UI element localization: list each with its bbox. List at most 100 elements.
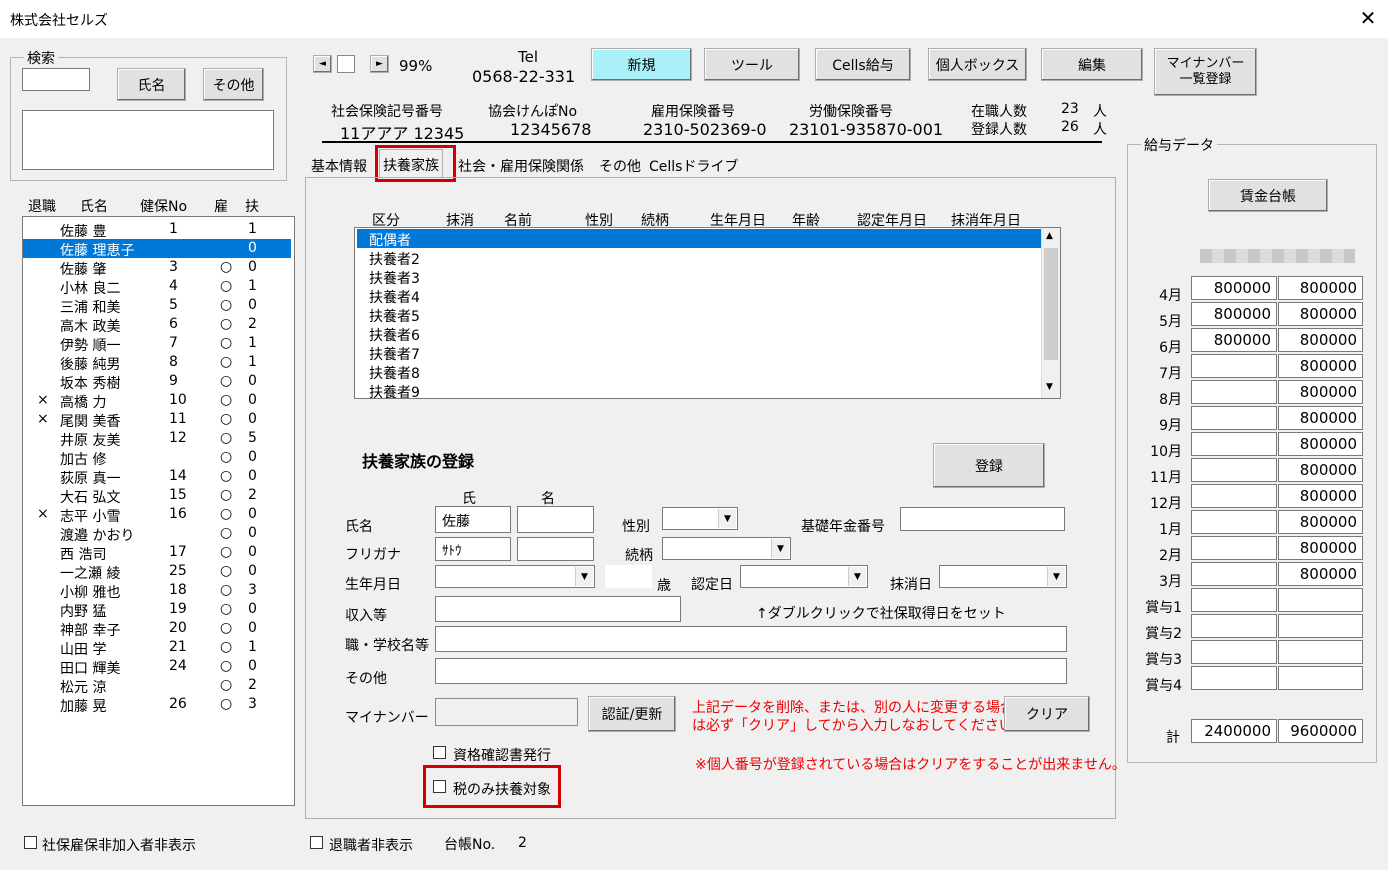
- dependent-row[interactable]: 扶養者8: [357, 362, 1043, 382]
- employee-row[interactable]: 佐藤 肇 3 ○ 0: [23, 258, 291, 278]
- employee-row[interactable]: 佐藤 理恵子 0: [23, 239, 291, 259]
- hide-retired-checkbox[interactable]: [310, 836, 323, 849]
- wage-ledger-button[interactable]: 賃金台帳: [1208, 179, 1328, 212]
- hide-social-checkbox[interactable]: [24, 836, 37, 849]
- tools-button[interactable]: ツール: [704, 48, 800, 81]
- chevron-down-icon[interactable]: ▼: [1047, 567, 1065, 586]
- salary-col2-cell[interactable]: 800000: [1278, 536, 1363, 560]
- search-other-button[interactable]: その他: [203, 68, 264, 101]
- employee-row[interactable]: 大石 弘文 15 ○ 2: [23, 486, 291, 506]
- employee-row[interactable]: × 尾関 美香 11 ○ 0: [23, 410, 291, 430]
- scroll-down-icon[interactable]: ▼: [1046, 382, 1053, 392]
- clear-button[interactable]: クリア: [1004, 696, 1090, 732]
- salary-col1-cell[interactable]: [1191, 666, 1277, 690]
- employee-row[interactable]: 三浦 和美 5 ○ 0: [23, 296, 291, 316]
- employee-row[interactable]: × 高橋 力 10 ○ 0: [23, 391, 291, 411]
- relation-select[interactable]: ▼: [662, 537, 791, 560]
- salary-col1-cell[interactable]: 800000: [1191, 328, 1277, 352]
- chevron-down-icon[interactable]: ▼: [771, 539, 789, 558]
- tab-social[interactable]: 社会・雇用保険関係: [455, 152, 587, 178]
- scroll-right-button[interactable]: ►: [370, 55, 389, 73]
- cells-salary-button[interactable]: Cells給与: [815, 48, 911, 81]
- salary-col1-cell[interactable]: [1191, 588, 1277, 612]
- salary-col2-cell[interactable]: 800000: [1278, 510, 1363, 534]
- other-input[interactable]: [435, 658, 1067, 684]
- new-button[interactable]: 新規: [591, 48, 692, 81]
- personal-box-button[interactable]: 個人ボックス: [928, 48, 1027, 81]
- dependents-list[interactable]: 配偶者 扶養者2 扶養者3 扶養者4 扶養者5 扶養者6 扶養者7 扶養者8 扶養者9 ▲ ▼: [354, 227, 1061, 399]
- dependent-row[interactable]: 扶養者2: [357, 248, 1043, 268]
- massho-select[interactable]: ▼: [939, 565, 1067, 588]
- employee-row[interactable]: 井原 友美 12 ○ 5: [23, 429, 291, 449]
- salary-col2-cell[interactable]: [1278, 614, 1363, 638]
- tab-other[interactable]: その他: [596, 152, 644, 178]
- birth-select[interactable]: ▼: [435, 565, 595, 588]
- salary-col1-cell[interactable]: [1191, 406, 1277, 430]
- dependent-row[interactable]: 扶養者7: [357, 343, 1043, 363]
- salary-col1-cell[interactable]: [1191, 510, 1277, 534]
- chevron-down-icon[interactable]: ▼: [718, 509, 736, 528]
- tab-cells-drive[interactable]: Cellsドライブ: [646, 152, 741, 178]
- search-input[interactable]: [22, 68, 90, 91]
- gender-select[interactable]: ▼: [662, 507, 738, 530]
- job-input[interactable]: [435, 626, 1067, 652]
- dependent-row[interactable]: 扶養者4: [357, 286, 1043, 306]
- employee-row[interactable]: 佐藤 豊 1 1: [23, 220, 291, 240]
- furigana-sei-input[interactable]: ｻﾄｳ: [435, 537, 511, 561]
- salary-col1-cell[interactable]: [1191, 380, 1277, 404]
- salary-col2-cell[interactable]: [1278, 640, 1363, 664]
- scrollbar-thumb[interactable]: [1044, 248, 1058, 360]
- employee-row[interactable]: 山田 学 21 ○ 1: [23, 638, 291, 658]
- salary-col2-cell[interactable]: 800000: [1278, 484, 1363, 508]
- mei-input[interactable]: [517, 506, 594, 533]
- employee-row[interactable]: 高木 政美 6 ○ 2: [23, 315, 291, 335]
- nintei-select[interactable]: ▼: [740, 565, 868, 588]
- dependent-row[interactable]: 扶養者5: [357, 305, 1043, 325]
- employee-row[interactable]: 後藤 純男 8 ○ 1: [23, 353, 291, 373]
- salary-col2-cell[interactable]: 800000: [1278, 432, 1363, 456]
- tab-basic[interactable]: 基本情報: [308, 152, 370, 178]
- employee-row[interactable]: 荻原 真一 14 ○ 0: [23, 467, 291, 487]
- salary-col2-cell[interactable]: 800000: [1278, 276, 1363, 300]
- employee-row[interactable]: 一之瀬 綾 25 ○ 0: [23, 562, 291, 582]
- chevron-down-icon[interactable]: ▼: [575, 567, 593, 586]
- mynumber-list-button[interactable]: マイナンバー 一覧登録: [1154, 48, 1257, 96]
- salary-col1-cell[interactable]: [1191, 354, 1277, 378]
- salary-col2-cell[interactable]: 800000: [1278, 302, 1363, 326]
- edit-button[interactable]: 編集: [1041, 48, 1143, 81]
- scroll-left-button[interactable]: ◄: [313, 55, 332, 73]
- employee-row[interactable]: 伊勢 順一 7 ○ 1: [23, 334, 291, 354]
- register-button[interactable]: 登録: [933, 443, 1045, 488]
- employee-row[interactable]: × 志平 小雪 16 ○ 0: [23, 505, 291, 525]
- dependent-row[interactable]: 扶養者6: [357, 324, 1043, 344]
- salary-col1-cell[interactable]: [1191, 484, 1277, 508]
- auth-update-button[interactable]: 認証/更新: [588, 696, 676, 732]
- employee-row[interactable]: 坂本 秀樹 9 ○ 0: [23, 372, 291, 392]
- employee-row[interactable]: 小柳 雅也 18 ○ 3: [23, 581, 291, 601]
- salary-col1-cell[interactable]: [1191, 640, 1277, 664]
- salary-col2-cell[interactable]: 800000: [1278, 380, 1363, 404]
- salary-col2-cell[interactable]: 800000: [1278, 354, 1363, 378]
- scroll-thumb[interactable]: [337, 55, 355, 73]
- dependents-scrollbar[interactable]: ▲ ▼: [1041, 228, 1060, 398]
- dependent-row[interactable]: 扶養者9: [357, 381, 1043, 398]
- chevron-down-icon[interactable]: ▼: [848, 567, 866, 586]
- salary-col1-cell[interactable]: [1191, 536, 1277, 560]
- pension-input[interactable]: [900, 507, 1065, 531]
- salary-col2-cell[interactable]: 800000: [1278, 406, 1363, 430]
- search-name-button[interactable]: 氏名: [117, 68, 186, 101]
- employee-row[interactable]: 内野 猛 19 ○ 0: [23, 600, 291, 620]
- salary-col1-cell[interactable]: [1191, 562, 1277, 586]
- salary-col1-cell[interactable]: [1191, 432, 1277, 456]
- employee-row[interactable]: 加古 修 ○ 0: [23, 448, 291, 468]
- employee-row[interactable]: 渡邉 かおり ○ 0: [23, 524, 291, 544]
- sei-input[interactable]: 佐藤: [435, 506, 511, 533]
- employee-row[interactable]: 神部 幸子 20 ○ 0: [23, 619, 291, 639]
- income-input[interactable]: [435, 596, 681, 622]
- salary-col2-cell[interactable]: 800000: [1278, 328, 1363, 352]
- employee-row[interactable]: 小林 良二 4 ○ 1: [23, 277, 291, 297]
- salary-col2-cell[interactable]: [1278, 666, 1363, 690]
- salary-col2-cell[interactable]: [1278, 588, 1363, 612]
- scroll-up-icon[interactable]: ▲: [1046, 231, 1053, 241]
- dependent-row[interactable]: 配偶者: [357, 229, 1043, 249]
